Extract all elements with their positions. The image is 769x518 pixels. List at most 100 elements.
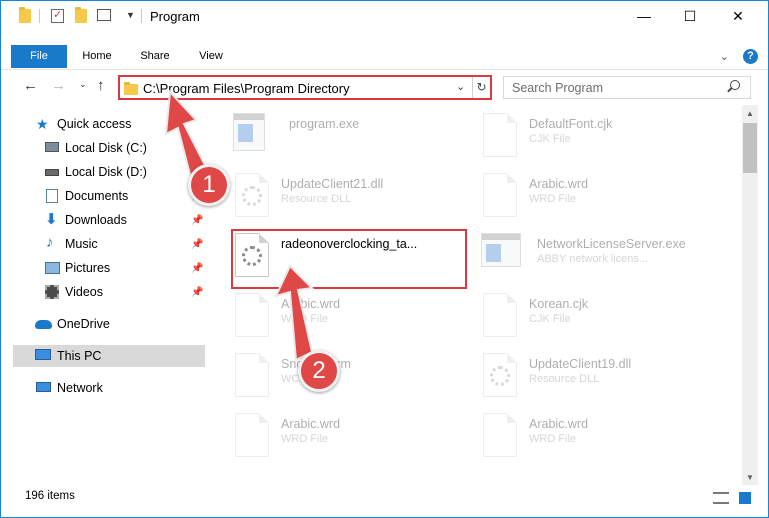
separator	[39, 9, 40, 23]
file-item[interactable]: DefaultFont.cjk CJK File	[481, 111, 713, 159]
document-icon	[483, 413, 517, 457]
details-view-icon[interactable]	[713, 492, 729, 504]
file-item[interactable]: Arabic.wrd WRD File	[233, 411, 465, 459]
dll-file-icon	[483, 353, 517, 397]
file-item[interactable]: Arabic.wrd WRD File	[233, 291, 465, 339]
forward-arrow-icon[interactable]: →	[51, 77, 66, 94]
sidebar-item-onedrive[interactable]: OneDrive	[1, 313, 205, 335]
address-bar[interactable]: C:\Program Files\Program Directory ⌄ ↻	[118, 75, 492, 100]
file-type: CJK File	[529, 313, 571, 325]
customize-quick-access-icon[interactable]	[97, 9, 111, 21]
back-arrow-icon[interactable]: ←	[23, 77, 38, 94]
sidebar-item-quick-access[interactable]: ★ Quick access	[1, 113, 205, 135]
vertical-scrollbar[interactable]: ▲ ▼	[742, 105, 758, 485]
file-item[interactable]: Arabic.wrd WRD File	[481, 411, 713, 459]
address-path[interactable]: C:\Program Files\Program Directory	[143, 81, 350, 96]
sidebar-item-local-disk-c[interactable]: Local Disk (C:)	[1, 137, 205, 159]
file-item[interactable]: SndDrv.wcm WCM File	[233, 351, 465, 399]
new-folder-icon[interactable]	[75, 7, 87, 23]
pin-icon[interactable]: 📌	[191, 263, 203, 274]
pin-icon[interactable]: 📌	[191, 239, 203, 250]
file-name: Arabic.wrd	[529, 177, 589, 191]
sidebar-item-pictures[interactable]: Pictures 📌	[1, 257, 205, 279]
properties-icon[interactable]: ✓	[51, 9, 64, 23]
document-icon	[483, 173, 517, 217]
computer-icon	[35, 349, 51, 360]
dll-file-icon	[235, 173, 269, 217]
drive-icon	[45, 169, 59, 176]
file-item[interactable]: Arabic.wrd WRD File	[481, 171, 713, 219]
sidebar-item-this-pc[interactable]: This PC	[13, 345, 205, 367]
tab-home[interactable]: Home	[73, 45, 121, 68]
downloads-icon: ⬇	[45, 211, 58, 228]
scroll-down-icon[interactable]: ▼	[746, 473, 754, 482]
file-name: NetworkLicenseServer.exe	[537, 237, 686, 251]
navigation-pane: ★ Quick access Local Disk (C:) Local Dis…	[1, 105, 209, 485]
file-name: program.exe	[289, 117, 360, 131]
sidebar-item-music[interactable]: ♪ Music 📌	[1, 233, 205, 255]
sidebar-item-label: Downloads	[65, 213, 127, 227]
scroll-up-icon[interactable]: ▲	[746, 109, 754, 118]
tab-file[interactable]: File	[11, 45, 67, 68]
file-name: UpdateClient19.dll	[529, 357, 632, 371]
search-box[interactable]	[503, 76, 751, 99]
sidebar-item-label: OneDrive	[57, 317, 110, 331]
file-name: Arabic.wrd	[281, 417, 341, 431]
ribbon-tabs: File Home Share View ⌄ ?	[1, 45, 768, 69]
maximize-button[interactable]: ☐	[667, 1, 713, 31]
recent-locations-icon[interactable]: ⌄	[79, 79, 87, 90]
search-input[interactable]	[512, 80, 722, 96]
sidebar-item-label: This PC	[57, 349, 102, 363]
help-icon[interactable]: ?	[743, 49, 758, 64]
document-icon	[483, 113, 517, 157]
pin-icon[interactable]: 📌	[191, 215, 203, 226]
chevron-down-icon[interactable]: ▼	[126, 10, 135, 20]
large-icons-view-icon[interactable]	[739, 492, 751, 504]
sidebar-item-documents[interactable]: Documents 📌	[1, 185, 205, 207]
sidebar-item-label: Music	[65, 237, 98, 251]
separator	[141, 9, 142, 23]
callout-step-2: 2	[298, 350, 340, 392]
explorer-window: ✓ ▼ Program — ☐ ✕ File Home Share View ⌄…	[0, 0, 769, 518]
file-item[interactable]: NetworkLicenseServer.exe ABBY network li…	[481, 231, 713, 279]
document-icon	[235, 353, 269, 397]
status-bar: 196 items	[1, 485, 768, 517]
file-item[interactable]: Korean.cjk CJK File	[481, 291, 713, 339]
file-list: program.exe DefaultFont.cjk CJK File Upd…	[209, 105, 742, 485]
sidebar-item-label: Network	[57, 381, 103, 395]
title-bar: ✓ ▼ Program — ☐ ✕	[1, 1, 768, 31]
drive-icon	[45, 142, 59, 152]
search-icon[interactable]	[730, 80, 740, 90]
sidebar-item-label: Local Disk (C:)	[65, 141, 147, 155]
pin-icon[interactable]: 📌	[191, 287, 203, 298]
pictures-icon	[45, 262, 60, 274]
tab-view[interactable]: View	[187, 45, 235, 68]
file-name: Korean.cjk	[529, 297, 589, 311]
sidebar-item-local-disk-d[interactable]: Local Disk (D:)	[1, 161, 205, 183]
close-button[interactable]: ✕	[715, 1, 761, 31]
sidebar-item-label: Documents	[65, 189, 129, 203]
file-item[interactable]: program.exe	[233, 111, 465, 159]
up-arrow-icon[interactable]: ↑	[97, 77, 105, 94]
application-icon	[481, 233, 521, 267]
file-type: WRD File	[529, 193, 577, 205]
file-type: WRD File	[281, 313, 329, 325]
file-item[interactable]: UpdateClient19.dll Resource DLL	[481, 351, 713, 399]
tab-share[interactable]: Share	[131, 45, 179, 68]
sidebar-item-videos[interactable]: Videos 📌	[1, 281, 205, 303]
file-type: CJK File	[529, 133, 571, 145]
refresh-icon[interactable]: ↻	[472, 77, 490, 98]
file-type: WRD File	[529, 433, 577, 445]
documents-icon	[46, 189, 58, 203]
sidebar-item-label: Quick access	[57, 117, 132, 131]
scroll-thumb[interactable]	[743, 123, 757, 173]
network-icon	[36, 382, 51, 392]
sidebar-item-network[interactable]: Network	[1, 377, 205, 399]
sidebar-item-downloads[interactable]: ⬇ Downloads 📌	[1, 209, 205, 231]
file-item[interactable]: UpdateClient21.dll Resource DLL	[233, 171, 465, 219]
star-icon: ★	[36, 116, 49, 132]
chevron-down-icon[interactable]: ⌄	[456, 80, 465, 93]
expand-ribbon-icon[interactable]: ⌄	[720, 50, 729, 63]
minimize-button[interactable]: —	[621, 1, 667, 31]
file-name: Arabic.wrd	[529, 417, 589, 431]
